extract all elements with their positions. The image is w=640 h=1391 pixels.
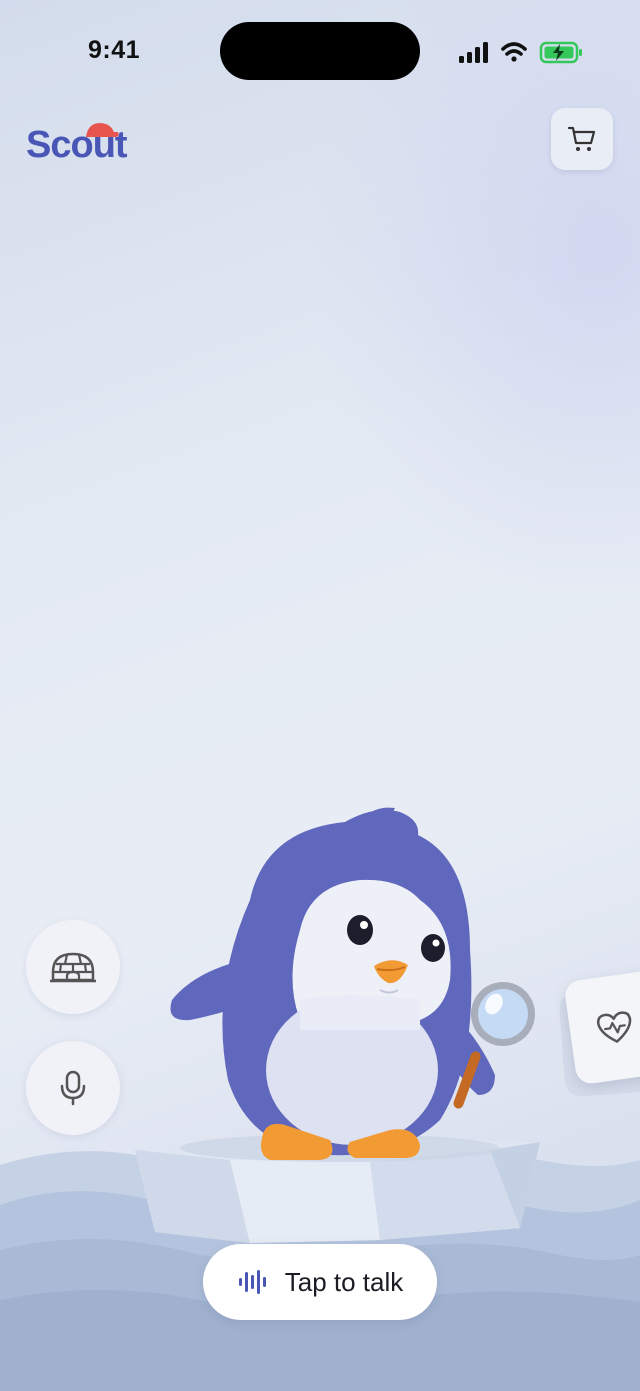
status-icons — [459, 41, 582, 64]
tap-to-talk-button[interactable]: Tap to talk — [203, 1244, 437, 1320]
status-time: 9:41 — [88, 36, 141, 64]
scout-logo: Scout — [26, 120, 136, 170]
heart-pulse-icon — [596, 1011, 632, 1043]
battery-charging-icon — [539, 41, 582, 64]
cart-button[interactable] — [551, 108, 613, 170]
cellular-signal-icon — [459, 42, 488, 63]
igloo-button[interactable] — [26, 920, 120, 1014]
health-card[interactable] — [563, 968, 640, 1086]
dynamic-island — [220, 22, 420, 80]
voice-wave-icon — [238, 1270, 266, 1294]
status-bar: 9:41 — [0, 0, 640, 100]
tap-to-talk-label: Tap to talk — [284, 1266, 404, 1297]
cart-icon — [567, 126, 596, 151]
igloo-icon — [50, 952, 96, 983]
microphone-button[interactable] — [26, 1041, 120, 1135]
microphone-icon — [60, 1070, 86, 1106]
wifi-icon — [501, 42, 527, 62]
logo-hat-icon — [86, 123, 119, 137]
penguin-mascot — [170, 807, 535, 1160]
